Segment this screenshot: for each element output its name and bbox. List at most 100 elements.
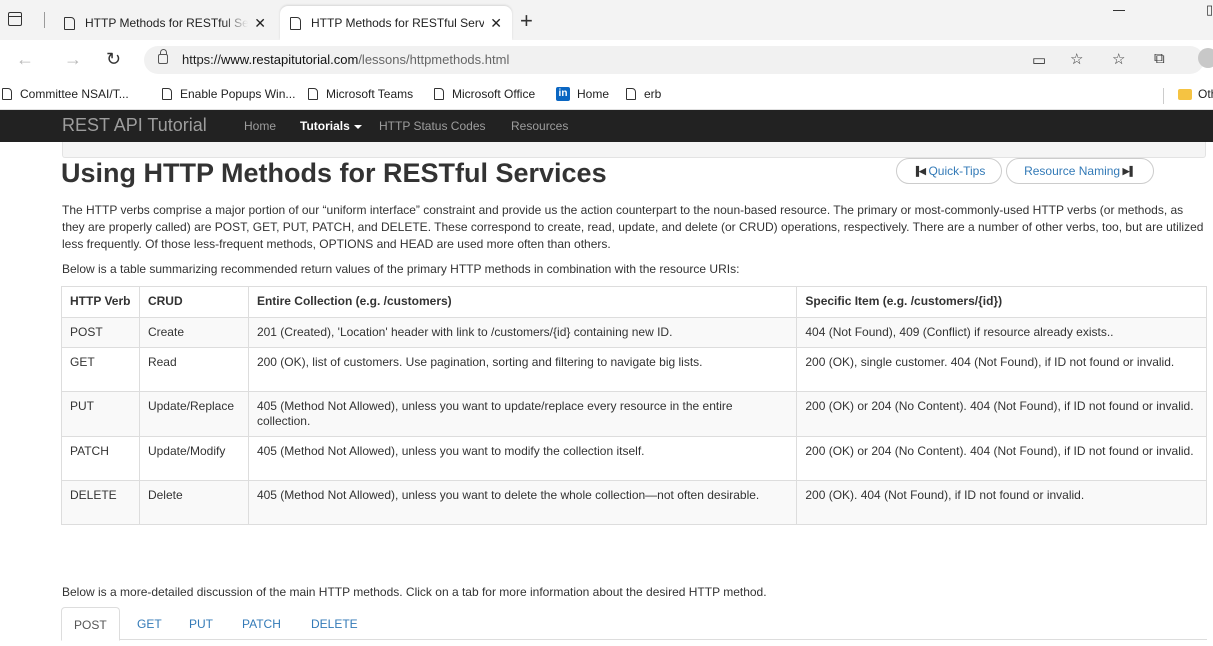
bookmark-label: Enable Popups Win... [180,87,296,101]
table-row: PUT Update/Replace 405 (Method Not Allow… [61,391,1207,437]
table-row: GET Read 200 (OK), list of customers. Us… [61,347,1207,392]
cell-crud: Update/Replace [138,391,249,437]
nav-status-codes[interactable]: HTTP Status Codes [379,119,486,133]
cell-item: 404 (Not Found), 409 (Conflict) if resou… [796,317,1207,348]
bookmarks-separator [1163,88,1164,104]
reader-view-icon[interactable]: ▭ [1032,51,1046,69]
cell-item: 200 (OK), single customer. 404 (Not Foun… [796,347,1207,392]
maximize-icon[interactable]: ▯ [1206,2,1213,18]
col-header-verb: HTTP Verb [61,286,140,318]
cell-collection: 405 (Method Not Allowed), unless you wan… [247,391,798,437]
page-icon [64,16,75,30]
cell-verb: PUT [61,391,140,437]
tab-title: HTTP Methods for RESTful Services [311,16,485,30]
page-icon [308,88,318,100]
col-header-crud: CRUD [138,286,249,318]
page-icon [290,16,301,30]
table-row: PATCH Update/Modify 405 (Method Not Allo… [61,436,1207,481]
col-header-item: Specific Item (e.g. /customers/{id}) [796,286,1207,318]
caret-down-icon [353,124,362,129]
profile-avatar[interactable] [1198,48,1213,68]
tab-put[interactable]: PUT [177,607,225,640]
cell-crud: Create [138,317,249,348]
cell-verb: PATCH [61,436,140,481]
collections-icon[interactable]: ⧉ [1154,50,1165,67]
close-tab-icon[interactable]: ✕ [254,15,266,32]
site-brand[interactable]: REST API Tutorial [62,115,207,136]
bookmark-label: Microsoft Office [452,87,536,101]
table-lead: Below is a table summarizing recommended… [62,262,740,276]
lock-icon[interactable] [158,49,168,64]
tab-delete[interactable]: DELETE [299,607,370,640]
bookmark-erb[interactable]: erb [626,87,661,101]
cell-crud: Update/Modify [138,436,249,481]
bookmark-label: Home [577,87,610,101]
url-field[interactable]: https://www.restapitutorial.com/lessons/… [144,46,1204,74]
bookmark-label: Other [1198,87,1213,101]
nav-resources[interactable]: Resources [511,119,568,133]
method-tabs: POST GET PUT PATCH DELETE [61,607,1207,641]
favorites-icon[interactable]: ☆ [1112,50,1125,68]
refresh-icon[interactable]: ↻ [106,49,121,69]
cell-item: 200 (OK) or 204 (No Content). 404 (Not F… [796,436,1207,481]
page-icon [626,88,636,100]
table-header-row: HTTP Verb CRUD Entire Collection (e.g. /… [61,286,1207,318]
back-icon[interactable]: ← [16,49,34,69]
next-label: Resource Naming [1024,164,1121,178]
address-bar-row: ← → ↻ https://www.restapitutorial.com/le… [0,40,1213,80]
col-header-collection: Entire Collection (e.g. /customers) [247,286,798,318]
page-title: Using HTTP Methods for RESTful Services [61,158,607,188]
tab-actions-icon[interactable] [8,12,22,26]
cell-collection: 405 (Method Not Allowed), unless you wan… [247,480,798,525]
bookmark-linkedin-home[interactable]: in Home [556,87,609,101]
other-favorites-button[interactable]: Other [1178,87,1213,101]
folder-icon [1178,88,1192,100]
page-icon [162,88,172,100]
skip-back-icon: ▐◀ [912,165,929,176]
new-tab-button[interactable]: + [520,8,533,34]
browser-tab-1[interactable]: HTTP Methods for RESTful Services ✕ [54,6,276,40]
table-row: POST Create 201 (Created), 'Location' he… [61,317,1207,348]
cell-verb: GET [61,347,140,392]
close-tab-icon[interactable]: ✕ [490,15,502,32]
page-icon [434,88,444,100]
cell-crud: Delete [138,480,249,525]
http-methods-table: HTTP Verb CRUD Entire Collection (e.g. /… [61,286,1207,525]
linkedin-icon: in [556,87,570,101]
tab-post[interactable]: POST [61,607,120,641]
bookmark-label: Microsoft Teams [326,87,414,101]
browser-tab-2[interactable]: HTTP Methods for RESTful Services ✕ [280,6,512,40]
bookmark-label: erb [644,87,662,101]
nav-tutorials[interactable]: Tutorials [300,119,362,133]
detail-lead: Below is a more-detailed discussion of t… [62,585,767,599]
minimize-icon[interactable] [1113,10,1125,11]
bookmark-committee[interactable]: Committee NSAI/T... [2,87,129,101]
cell-verb: DELETE [61,480,140,525]
intro-paragraph: The HTTP verbs comprise a major portion … [62,203,1204,251]
cell-item: 200 (OK). 404 (Not Found), if ID not fou… [796,480,1207,525]
tab-separator [44,12,45,28]
bookmark-label: Committee NSAI/T... [20,87,129,101]
prev-label: Quick-Tips [928,164,986,178]
cell-crud: Read [138,347,249,392]
tab-title: HTTP Methods for RESTful Services [85,16,249,30]
next-resource-naming-button[interactable]: Resource Naming ▶▌ [1006,158,1154,184]
bookmarks-bar: Committee NSAI/T... Enable Popups Win...… [0,80,1213,110]
forward-icon[interactable]: → [64,49,82,69]
nav-tutorials-label: Tutorials [300,119,350,133]
tab-patch[interactable]: PATCH [230,607,293,640]
bookmark-enable-popups[interactable]: Enable Popups Win... [162,87,295,101]
bookmark-microsoft-office[interactable]: Microsoft Office [434,87,535,101]
add-favorite-icon[interactable]: ☆ [1070,50,1083,68]
top-well [62,142,1206,158]
browser-tab-bar: HTTP Methods for RESTful Services ✕ HTTP… [0,0,1213,40]
url-text[interactable]: https://www.restapitutorial.com/lessons/… [182,52,509,67]
cell-verb: POST [61,317,140,348]
prev-quick-tips-button[interactable]: ▐◀ Quick-Tips [896,158,1002,184]
bookmark-microsoft-teams[interactable]: Microsoft Teams [308,87,413,101]
skip-forward-icon: ▶▌ [1120,165,1136,176]
page-icon [2,88,12,100]
table-row: DELETE Delete 405 (Method Not Allowed), … [61,480,1207,525]
nav-home[interactable]: Home [244,119,276,133]
tab-get[interactable]: GET [125,607,174,640]
